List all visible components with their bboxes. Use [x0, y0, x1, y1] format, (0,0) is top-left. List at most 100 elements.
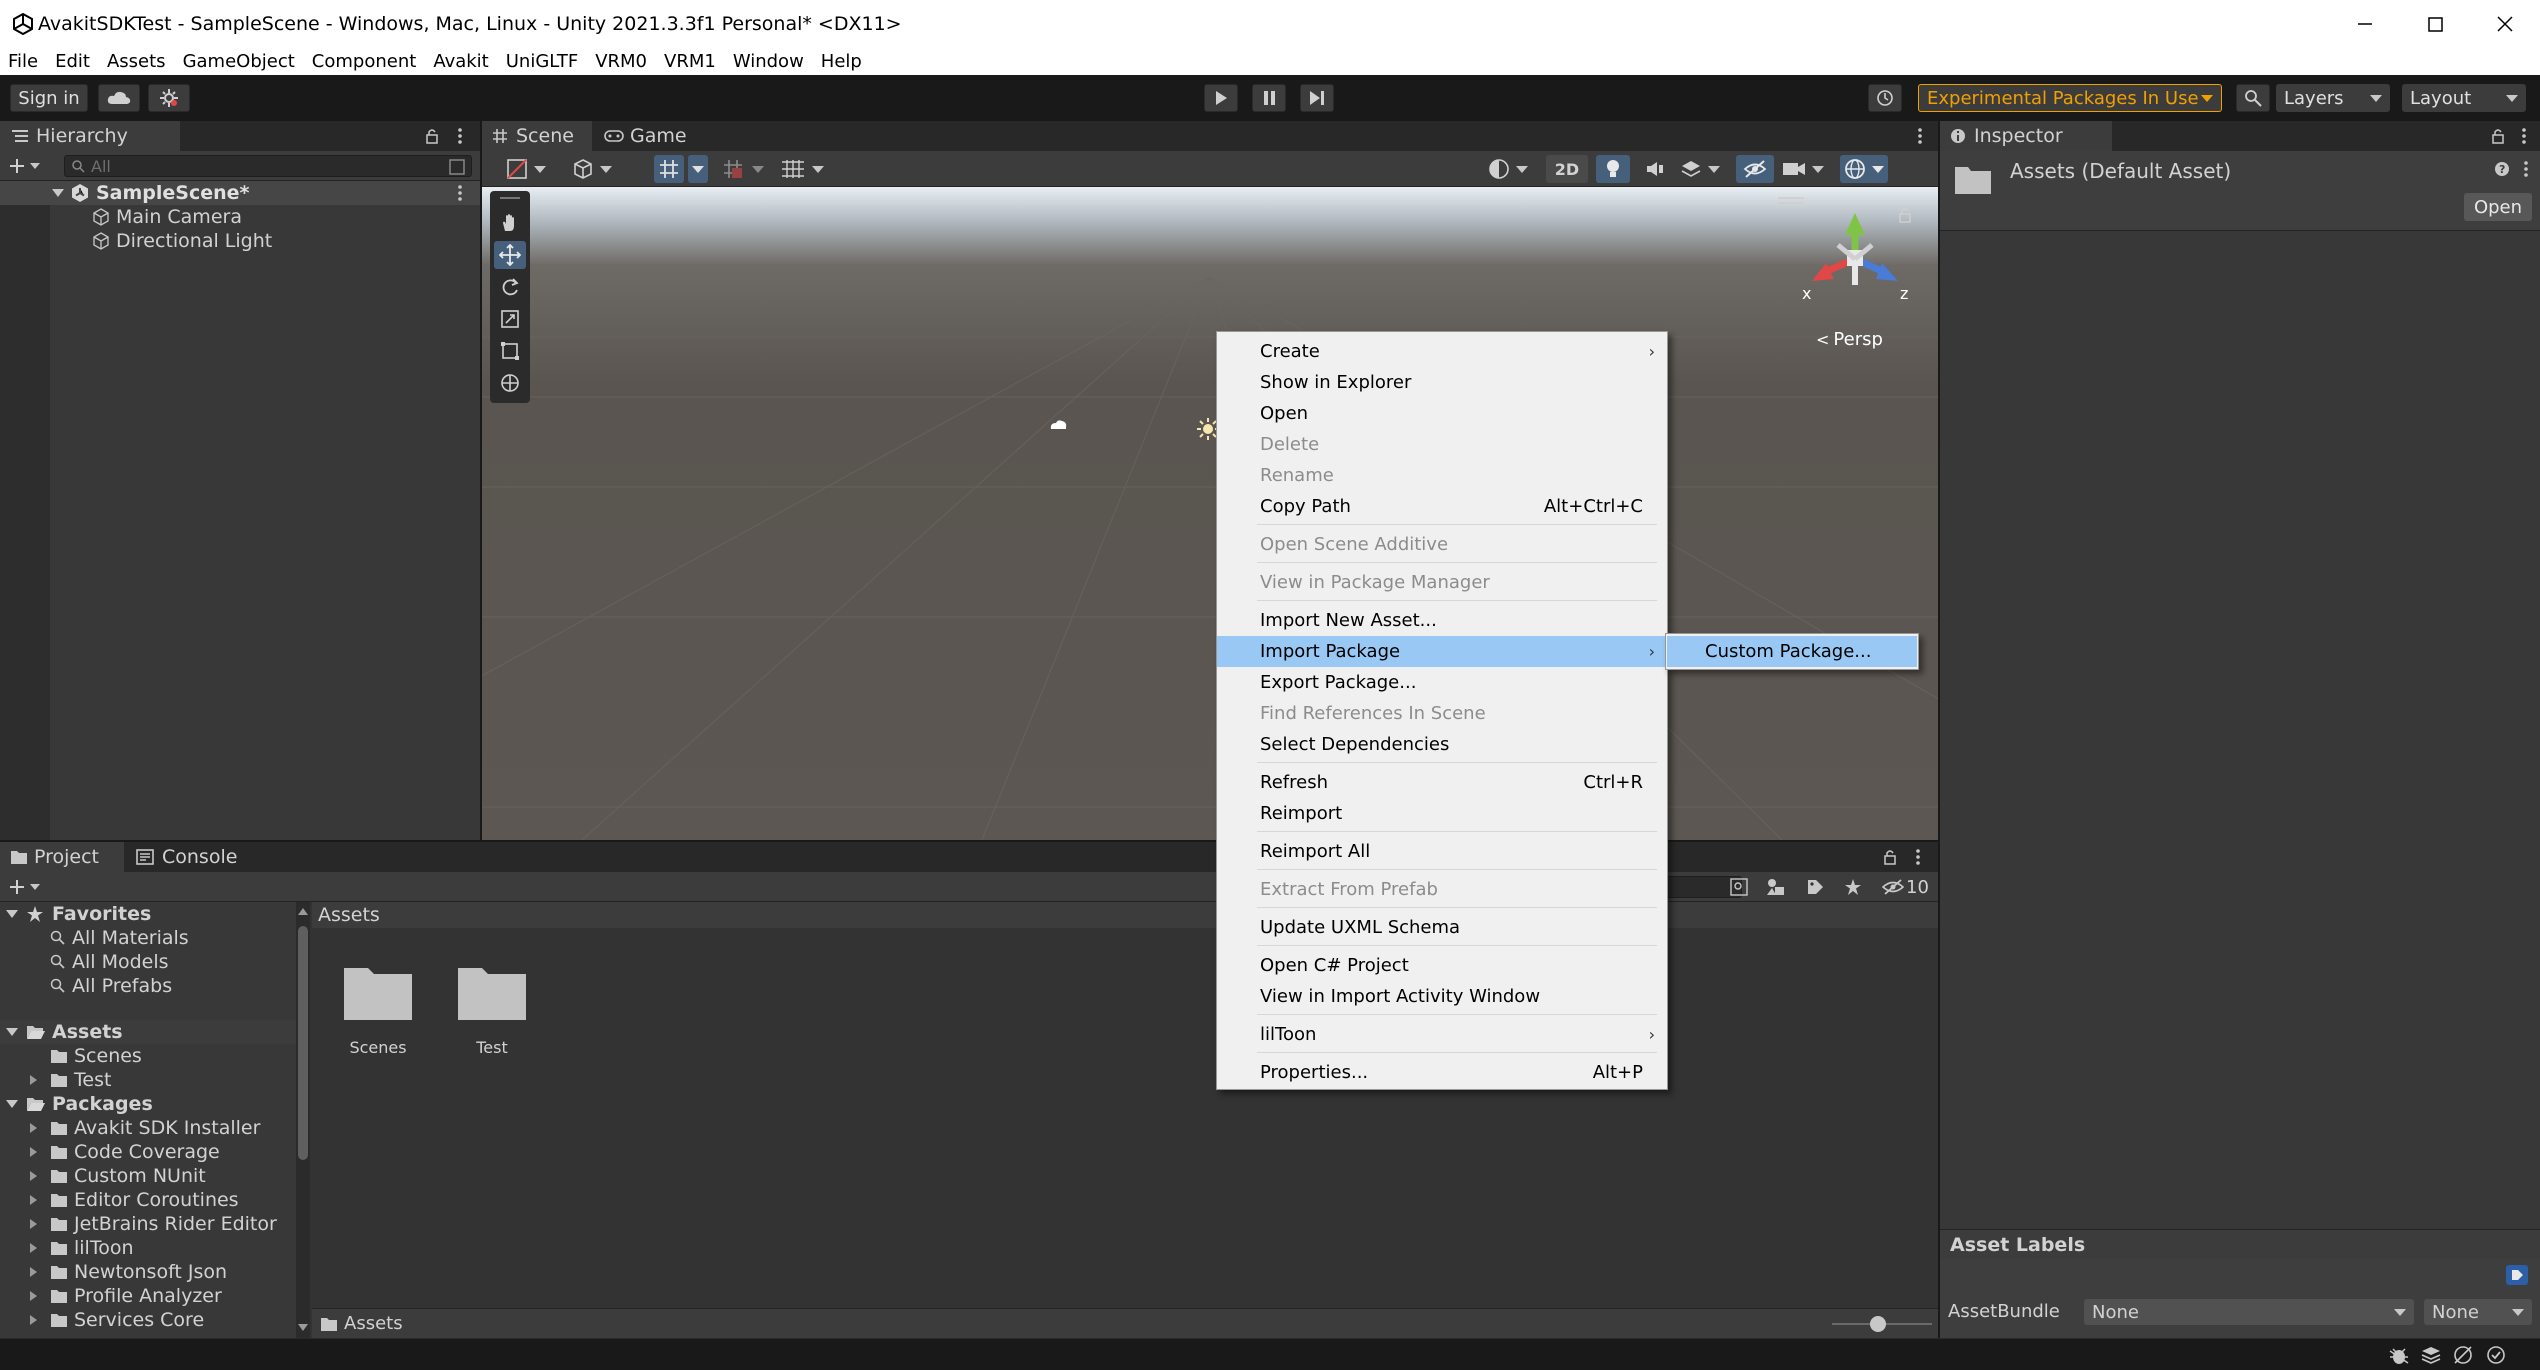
menu-item-refresh[interactable]: Refresh Ctrl+R [1217, 767, 1667, 798]
favorite-item-all-materials[interactable]: All Materials [50, 926, 189, 950]
kebab-menu-icon[interactable] [1912, 848, 1924, 866]
menu-item-view-import-activity[interactable]: View in Import Activity Window [1217, 981, 1667, 1012]
menu-item-update-uxml-schema[interactable]: Update UXML Schema [1217, 912, 1667, 943]
menu-item-reimport-all[interactable]: Reimport All [1217, 836, 1667, 867]
package-item[interactable]: Custom NUnit [30, 1164, 206, 1188]
menu-item-show-in-explorer[interactable]: Show in Explorer [1217, 367, 1667, 398]
tab-scene[interactable]: Scene [482, 121, 592, 151]
hidden-packages-toggle[interactable]: 10 [1882, 876, 1929, 898]
filter-by-label-icon[interactable] [1806, 878, 1824, 896]
play-button[interactable] [1204, 84, 1238, 112]
chevron-right-icon[interactable] [30, 1123, 37, 1133]
package-item[interactable]: Services Core [30, 1308, 204, 1332]
rect-tool-button[interactable] [494, 337, 526, 365]
perspective-toggle[interactable]: < Persp [1816, 329, 1883, 350]
folder-tree-scrollbar[interactable] [296, 902, 310, 1338]
tab-console[interactable]: Console [126, 842, 256, 872]
asset-tile-test[interactable]: Test [456, 962, 532, 1072]
orientation-gizmo[interactable]: x z [1800, 207, 1910, 307]
sign-in-button[interactable]: Sign in [10, 84, 88, 112]
kebab-menu-icon[interactable] [454, 127, 466, 145]
menu-item-export-package[interactable]: Export Package... [1217, 667, 1667, 698]
assets-folder-row[interactable]: Assets [0, 1020, 296, 1044]
package-item[interactable]: lilToon [30, 1236, 134, 1260]
debug-bug-icon[interactable] [2388, 1345, 2410, 1365]
menu-item-open[interactable]: Open [1217, 398, 1667, 429]
chevron-right-icon[interactable] [30, 1171, 37, 1181]
menu-item-select-dependencies[interactable]: Select Dependencies [1217, 729, 1667, 760]
hand-tool-button[interactable] [494, 209, 526, 237]
increment-snap-dropdown[interactable] [722, 156, 764, 182]
menu-item-create[interactable]: Create › [1217, 336, 1667, 367]
lock-icon[interactable] [1882, 849, 1898, 865]
tab-hierarchy[interactable]: Hierarchy [0, 121, 180, 151]
grid-visibility-dropdown[interactable] [780, 156, 824, 182]
assetbundle-variant-dropdown[interactable]: None [2424, 1299, 2532, 1325]
kebab-menu-icon[interactable] [1914, 127, 1926, 145]
expand-arrow-icon[interactable] [6, 1100, 18, 1108]
tab-project[interactable]: Project [0, 842, 124, 872]
expand-arrow-icon[interactable] [6, 910, 18, 918]
lock-icon[interactable] [2490, 128, 2506, 144]
chevron-right-icon[interactable] [30, 1195, 37, 1205]
gizmos-dropdown[interactable] [1840, 155, 1888, 183]
history-button[interactable] [1868, 84, 1902, 112]
draw-gizmo-dropdown[interactable] [1488, 156, 1528, 182]
filter-by-type-icon[interactable] [1766, 878, 1786, 896]
draw-mode-dropdown[interactable] [506, 156, 546, 182]
packages-folder-row[interactable]: Packages [0, 1092, 296, 1116]
hierarchy-item-main-camera[interactable]: Main Camera [92, 205, 242, 229]
menu-help[interactable]: Help [813, 48, 871, 75]
menu-item-import-package[interactable]: Import Package › [1217, 636, 1667, 667]
move-tool-button[interactable] [494, 241, 526, 269]
cloud-button[interactable] [98, 84, 140, 112]
layers-dropdown[interactable]: Layers [2276, 84, 2390, 112]
overlay-menu-icon[interactable] [1778, 197, 1804, 199]
folder-item-test[interactable]: Test [30, 1068, 111, 1092]
menu-item-liltoon[interactable]: lilToon › [1217, 1019, 1667, 1050]
star-icon[interactable] [1844, 878, 1862, 896]
project-create-dropdown[interactable] [8, 876, 40, 898]
render-mode-dropdown[interactable] [572, 156, 612, 182]
tab-game[interactable]: Game [594, 121, 704, 151]
menu-item-properties[interactable]: Properties... Alt+P [1217, 1057, 1667, 1088]
favorite-item-all-models[interactable]: All Models [50, 950, 169, 974]
menu-avakit[interactable]: Avakit [425, 48, 497, 75]
menu-vrm0[interactable]: VRM0 [587, 48, 656, 75]
create-dropdown[interactable] [8, 155, 40, 177]
favorite-item-all-prefabs[interactable]: All Prefabs [50, 974, 172, 998]
breadcrumb[interactable]: Assets [318, 904, 380, 926]
cache-server-icon[interactable] [2420, 1345, 2442, 1365]
package-item[interactable]: JetBrains Rider Editor [30, 1212, 277, 1236]
scene-row[interactable]: SampleScene* [0, 181, 480, 205]
menu-component[interactable]: Component [304, 48, 426, 75]
favorites-header[interactable]: Favorites [6, 902, 151, 926]
toggle-2d-button[interactable]: 2D [1546, 155, 1588, 183]
kebab-menu-icon[interactable] [2520, 160, 2532, 178]
menu-file[interactable]: File [0, 48, 47, 75]
chevron-right-icon[interactable] [30, 1291, 37, 1301]
maximize-button[interactable] [2400, 0, 2470, 48]
gizmo-lock-icon[interactable] [1898, 207, 1912, 223]
menu-gameobject[interactable]: GameObject [175, 48, 304, 75]
icon-size-slider-thumb[interactable] [1870, 1316, 1886, 1332]
scale-tool-button[interactable] [494, 305, 526, 333]
hierarchy-item-directional-light[interactable]: Directional Light [92, 229, 272, 253]
menu-vrm1[interactable]: VRM1 [656, 48, 725, 75]
effects-dropdown[interactable] [1680, 156, 1720, 182]
expand-arrow-icon[interactable] [52, 189, 64, 197]
menu-item-custom-package[interactable]: Custom Package... [1667, 636, 1917, 667]
scrollbar-thumb[interactable] [298, 926, 308, 1160]
chevron-right-icon[interactable] [30, 1219, 37, 1229]
package-item[interactable]: Profile Analyzer [30, 1284, 222, 1308]
scroll-up-icon[interactable] [298, 908, 308, 915]
layout-dropdown[interactable]: Layout [2402, 84, 2526, 112]
kebab-menu-icon[interactable] [2518, 127, 2530, 145]
experimental-packages-dropdown[interactable]: Experimental Packages In Use [1918, 84, 2222, 112]
menu-window[interactable]: Window [725, 48, 813, 75]
folder-item-scenes[interactable]: Scenes [50, 1044, 142, 1068]
open-button[interactable]: Open [2464, 193, 2532, 221]
rotate-tool-button[interactable] [494, 273, 526, 301]
menu-item-copy-path[interactable]: Copy Path Alt+Ctrl+C [1217, 491, 1667, 522]
chevron-right-icon[interactable] [30, 1075, 37, 1085]
